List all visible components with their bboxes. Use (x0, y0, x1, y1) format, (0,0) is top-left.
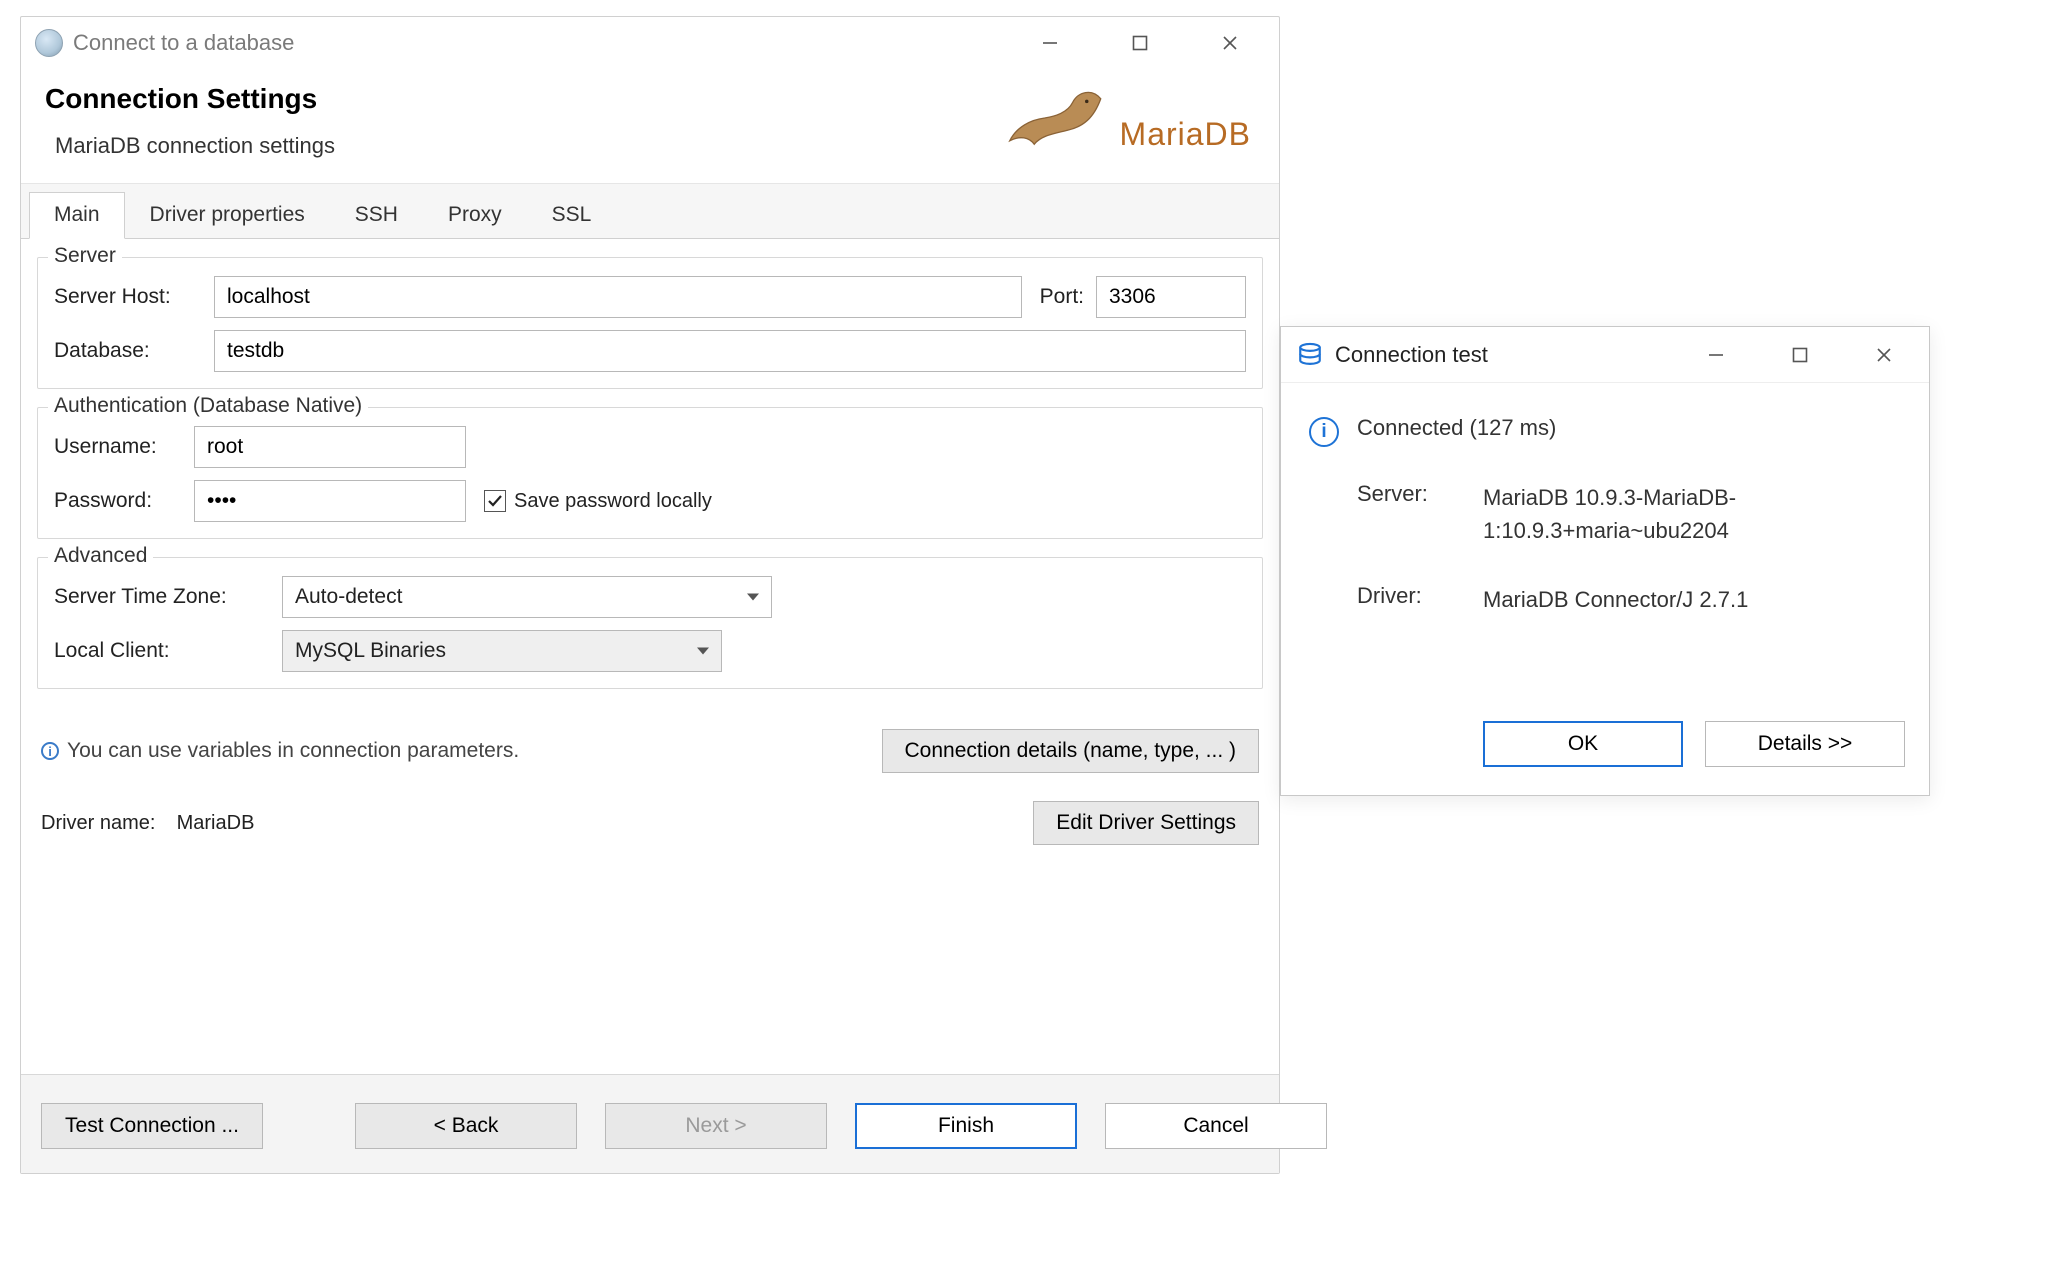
mariadb-logo: MariaDB (1002, 83, 1255, 153)
next-button[interactable]: Next > (605, 1103, 827, 1149)
database-label: Database: (54, 339, 214, 363)
edit-driver-settings-button[interactable]: Edit Driver Settings (1033, 801, 1259, 845)
server-host-label: Server Host: (54, 285, 214, 309)
window-title: Connect to a database (73, 30, 1027, 56)
details-button[interactable]: Details >> (1705, 721, 1905, 767)
group-server-legend: Server (48, 244, 122, 268)
dialog-title: Connection test (1335, 342, 1693, 368)
dialog-body: i Connected (127 ms) Server: MariaDB 10.… (1281, 383, 1929, 721)
driver-name-value: MariaDB (177, 812, 255, 834)
server-value: MariaDB 10.9.3-MariaDB-1:10.9.3+maria~ub… (1483, 481, 1901, 547)
ok-button[interactable]: OK (1483, 721, 1683, 767)
page-subtitle: MariaDB connection settings (55, 133, 335, 159)
group-advanced: Advanced Server Time Zone: Auto-detect L… (37, 557, 1263, 689)
group-advanced-legend: Advanced (48, 544, 153, 568)
close-button[interactable] (1207, 23, 1253, 63)
group-server: Server Server Host: Port: Database: (37, 257, 1263, 389)
app-icon (35, 29, 63, 57)
test-connection-button[interactable]: Test Connection ... (41, 1103, 263, 1149)
dialog-footer: OK Details >> (1281, 721, 1929, 795)
driver-value: MariaDB Connector/J 2.7.1 (1483, 583, 1901, 616)
timezone-select[interactable]: Auto-detect (282, 576, 772, 618)
minimize-button[interactable] (1027, 23, 1073, 63)
cancel-button[interactable]: Cancel (1105, 1103, 1327, 1149)
connection-status: Connected (127 ms) (1357, 415, 1556, 441)
group-auth-legend: Authentication (Database Native) (48, 394, 368, 418)
username-label: Username: (54, 435, 194, 459)
port-input[interactable] (1096, 276, 1246, 318)
timezone-value: Auto-detect (295, 585, 402, 609)
dialog-minimize-button[interactable] (1693, 335, 1739, 375)
driver-name-label: Driver name: (41, 812, 155, 834)
database-icon (1297, 342, 1323, 368)
connection-wizard-window: Connect to a database Connection Setting… (20, 16, 1280, 1174)
tab-ssh[interactable]: SSH (330, 192, 423, 238)
connection-test-dialog: Connection test i Connected (127 ms) Ser… (1280, 326, 1930, 796)
dialog-close-button[interactable] (1861, 335, 1907, 375)
sealion-icon (1002, 83, 1112, 153)
info-icon: i (41, 742, 59, 760)
info-icon: i (1309, 417, 1339, 447)
local-client-select[interactable]: MySQL Binaries (282, 630, 722, 672)
timezone-label: Server Time Zone: (54, 585, 282, 609)
connection-details-button[interactable]: Connection details (name, type, ... ) (882, 729, 1260, 773)
tab-proxy[interactable]: Proxy (423, 192, 527, 238)
wizard-footer: Test Connection ... < Back Next > Finish… (21, 1074, 1279, 1173)
variables-hint: You can use variables in connection para… (67, 739, 519, 763)
finish-button[interactable]: Finish (855, 1103, 1077, 1149)
dialog-maximize-button[interactable] (1777, 335, 1823, 375)
save-password-label: Save password locally (514, 490, 712, 513)
back-button[interactable]: < Back (355, 1103, 577, 1149)
tab-strip: Main Driver properties SSH Proxy SSL (21, 184, 1279, 239)
brand-text: MariaDB (1120, 116, 1251, 153)
local-client-value: MySQL Binaries (295, 639, 446, 663)
driver-label: Driver: (1357, 583, 1467, 616)
tab-ssl[interactable]: SSL (527, 192, 617, 238)
titlebar: Connect to a database (21, 17, 1279, 69)
port-label: Port: (1040, 285, 1084, 309)
local-client-label: Local Client: (54, 639, 282, 663)
password-input[interactable] (194, 480, 466, 522)
dialog-titlebar: Connection test (1281, 327, 1929, 383)
server-host-input[interactable] (214, 276, 1022, 318)
form-body: Server Server Host: Port: Database: Auth… (21, 239, 1279, 1074)
tab-main[interactable]: Main (29, 192, 125, 239)
page-title: Connection Settings (45, 83, 335, 115)
tab-driver-properties[interactable]: Driver properties (125, 192, 330, 238)
server-label: Server: (1357, 481, 1467, 547)
password-label: Password: (54, 489, 194, 513)
maximize-button[interactable] (1117, 23, 1163, 63)
database-input[interactable] (214, 330, 1246, 372)
username-input[interactable] (194, 426, 466, 468)
save-password-checkbox[interactable] (484, 490, 506, 512)
group-auth: Authentication (Database Native) Usernam… (37, 407, 1263, 539)
wizard-header: Connection Settings MariaDB connection s… (21, 69, 1279, 184)
